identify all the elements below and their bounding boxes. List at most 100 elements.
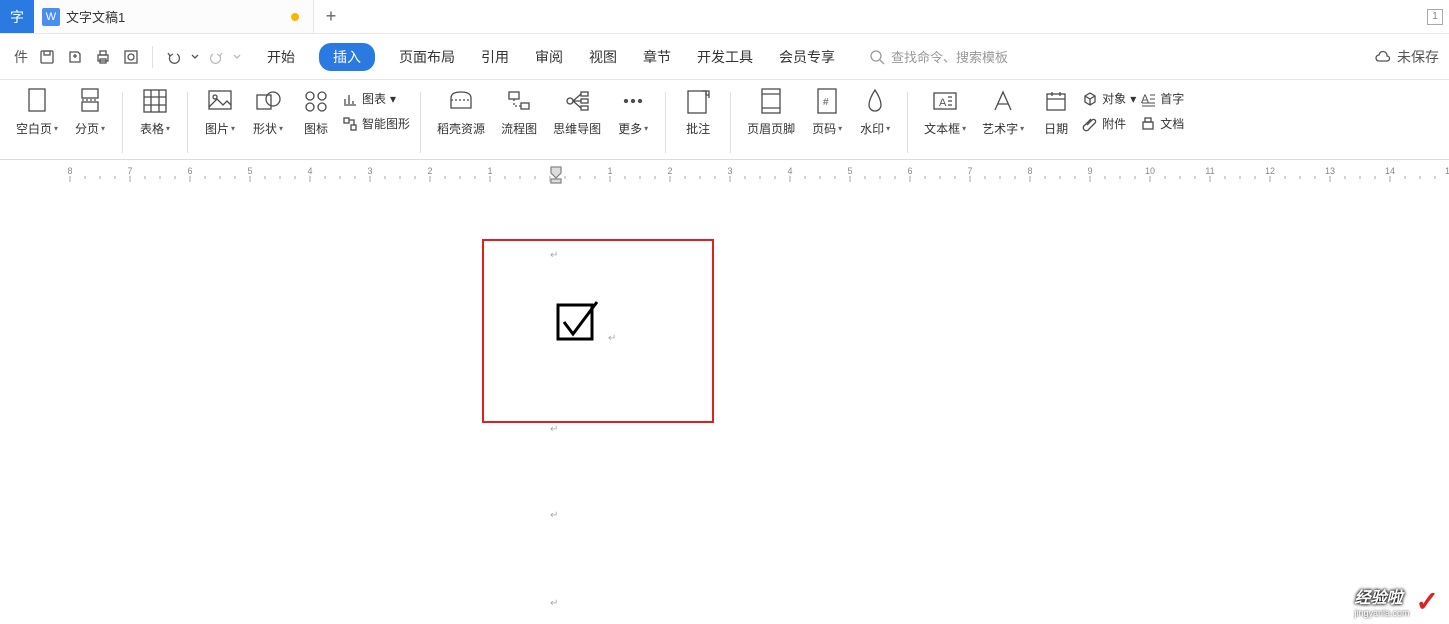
ruler-number: 8 xyxy=(1027,166,1032,176)
attachment-icon xyxy=(1082,116,1098,132)
cmd-object[interactable]: 对象▾ xyxy=(1082,90,1136,107)
tab-devtools[interactable]: 开发工具 xyxy=(695,43,755,71)
tab-chapter[interactable]: 章节 xyxy=(641,43,673,71)
ruler-number: 12 xyxy=(1265,166,1275,176)
blankpage-icon xyxy=(25,86,49,116)
cmd-smartart[interactable]: 智能图形 xyxy=(342,115,410,132)
horizontal-ruler[interactable]: 87654321123456789101112131415 xyxy=(0,160,1449,188)
ruler-number: 2 xyxy=(427,166,432,176)
ruler-number: 13 xyxy=(1325,166,1335,176)
save-status[interactable]: 未保存 xyxy=(1373,47,1439,67)
comment-icon xyxy=(685,86,711,116)
svg-text:A: A xyxy=(1141,92,1149,106)
svg-text:#: # xyxy=(823,97,829,108)
cmd-icons[interactable]: 图标 xyxy=(294,86,338,159)
cmd-blankpage[interactable]: 空白页▾ xyxy=(10,86,64,159)
separator xyxy=(907,92,908,153)
tab-review[interactable]: 审阅 xyxy=(533,43,565,71)
tab-start[interactable]: 开始 xyxy=(265,43,297,71)
document-title: 文字文稿1 xyxy=(66,7,125,26)
chart-icon xyxy=(342,91,358,107)
ruler-number: 6 xyxy=(907,166,912,176)
cmd-picture[interactable]: 图片▾ xyxy=(198,86,242,159)
tab-pagelayout[interactable]: 页面布局 xyxy=(397,43,457,71)
document-canvas[interactable]: ↵ ↵ ↵ ↵ ↵ 经验啦 jingyanla.com ✓ xyxy=(0,188,1449,624)
cmd-shapes[interactable]: 形状▾ xyxy=(246,86,290,159)
pagenum-icon: # xyxy=(815,86,839,116)
cmd-pagebreak[interactable]: 分页▾ xyxy=(68,86,112,159)
redo-button[interactable] xyxy=(203,44,229,70)
export-icon[interactable] xyxy=(62,44,88,70)
app-home-button[interactable]: 字 xyxy=(0,0,34,33)
separator xyxy=(152,46,153,68)
separator xyxy=(420,92,421,153)
paragraph-mark-icon: ↵ xyxy=(550,250,558,261)
cmd-headerfooter[interactable]: 页眉页脚 xyxy=(741,86,801,159)
search-placeholder: 查找命令、搜索模板 xyxy=(891,47,1008,66)
cmd-wordart[interactable]: 艺术字▾ xyxy=(976,86,1030,159)
cloud-icon xyxy=(1373,48,1391,66)
cmd-flowchart[interactable]: 流程图 xyxy=(495,86,543,159)
tab-bar: 字 W 文字文稿1 + 1 xyxy=(0,0,1449,34)
undo-dropdown[interactable] xyxy=(189,44,201,70)
ruler-number: 4 xyxy=(307,166,312,176)
cmd-table[interactable]: 表格▾ xyxy=(133,86,177,159)
cmd-dropcap[interactable]: A首字 xyxy=(1140,90,1184,107)
cmd-pagenum[interactable]: # 页码▾ xyxy=(805,86,849,159)
ruler-number: 5 xyxy=(847,166,852,176)
date-icon xyxy=(1044,86,1068,116)
new-tab-button[interactable]: + xyxy=(314,0,348,33)
cmd-attachment[interactable]: 附件 xyxy=(1082,115,1136,132)
tab-view[interactable]: 视图 xyxy=(587,43,619,71)
cmd-comment[interactable]: 批注 xyxy=(676,86,720,159)
ruler-number: 15 xyxy=(1445,166,1449,176)
ruler-number: 11 xyxy=(1205,166,1214,176)
save-icon[interactable] xyxy=(34,44,60,70)
window-count-badge[interactable]: 1 xyxy=(1427,9,1443,25)
doc-icon xyxy=(1140,116,1156,132)
cmd-mindmap[interactable]: 思维导图 xyxy=(547,86,607,159)
cmd-textbox[interactable]: A 文本框▾ xyxy=(918,86,972,159)
ribbon: 空白页▾ 分页▾ 表格▾ 图片▾ 形状▾ 图标 图表▾ 智能图形 稻壳资源 流程… xyxy=(0,80,1449,160)
cmd-chart[interactable]: 图表▾ xyxy=(342,90,410,107)
ruler-number: 1 xyxy=(607,166,612,176)
separator xyxy=(665,92,666,153)
tab-insert[interactable]: 插入 xyxy=(319,43,375,71)
ruler-number: 3 xyxy=(367,166,372,176)
redo-dropdown[interactable] xyxy=(231,44,243,70)
cmd-date[interactable]: 日期 xyxy=(1034,86,1078,159)
cmd-chart-group: 图表▾ 智能图形 xyxy=(342,86,410,159)
paragraph-mark-icon: ↵ xyxy=(550,510,558,521)
tab-references[interactable]: 引用 xyxy=(479,43,511,71)
ruler-number: 5 xyxy=(247,166,252,176)
tab-vip[interactable]: 会员专享 xyxy=(777,43,837,71)
quick-access-row: 件 开始 插入 页面布局 引用 审阅 视图 章节 开发工具 会员专享 查找命令、… xyxy=(0,34,1449,80)
undo-button[interactable] xyxy=(161,44,187,70)
cmd-doc[interactable]: 文档 xyxy=(1140,115,1184,132)
flowchart-icon xyxy=(505,86,533,116)
print-icon[interactable] xyxy=(90,44,116,70)
document-tab[interactable]: W 文字文稿1 xyxy=(34,0,314,33)
file-menu-button[interactable]: 件 xyxy=(10,44,32,70)
watermark-logo: 经验啦 jingyanla.com ✓ xyxy=(1355,584,1440,618)
print-preview-icon[interactable] xyxy=(118,44,144,70)
unsaved-dot-icon xyxy=(291,13,299,21)
more-icon xyxy=(621,86,645,116)
dropcap-icon: A xyxy=(1140,91,1156,107)
cmd-docer[interactable]: 稻壳资源 xyxy=(431,86,491,159)
picture-icon xyxy=(207,86,233,116)
separator xyxy=(122,92,123,153)
ruler-number: 6 xyxy=(187,166,192,176)
tabbar-right: 1 xyxy=(1427,0,1449,33)
headerfooter-icon xyxy=(759,86,783,116)
pagebreak-icon xyxy=(78,86,102,116)
command-search[interactable]: 查找命令、搜索模板 xyxy=(869,47,1008,66)
cmd-right-group: 对象▾ 附件 xyxy=(1082,86,1136,159)
smartart-icon xyxy=(342,116,358,132)
ruler-number: 8 xyxy=(67,166,72,176)
ruler-number: 2 xyxy=(667,166,672,176)
cmd-watermark[interactable]: 水印▾ xyxy=(853,86,897,159)
cmd-more[interactable]: 更多▾ xyxy=(611,86,655,159)
ruler-number: 7 xyxy=(967,166,972,176)
separator xyxy=(187,92,188,153)
